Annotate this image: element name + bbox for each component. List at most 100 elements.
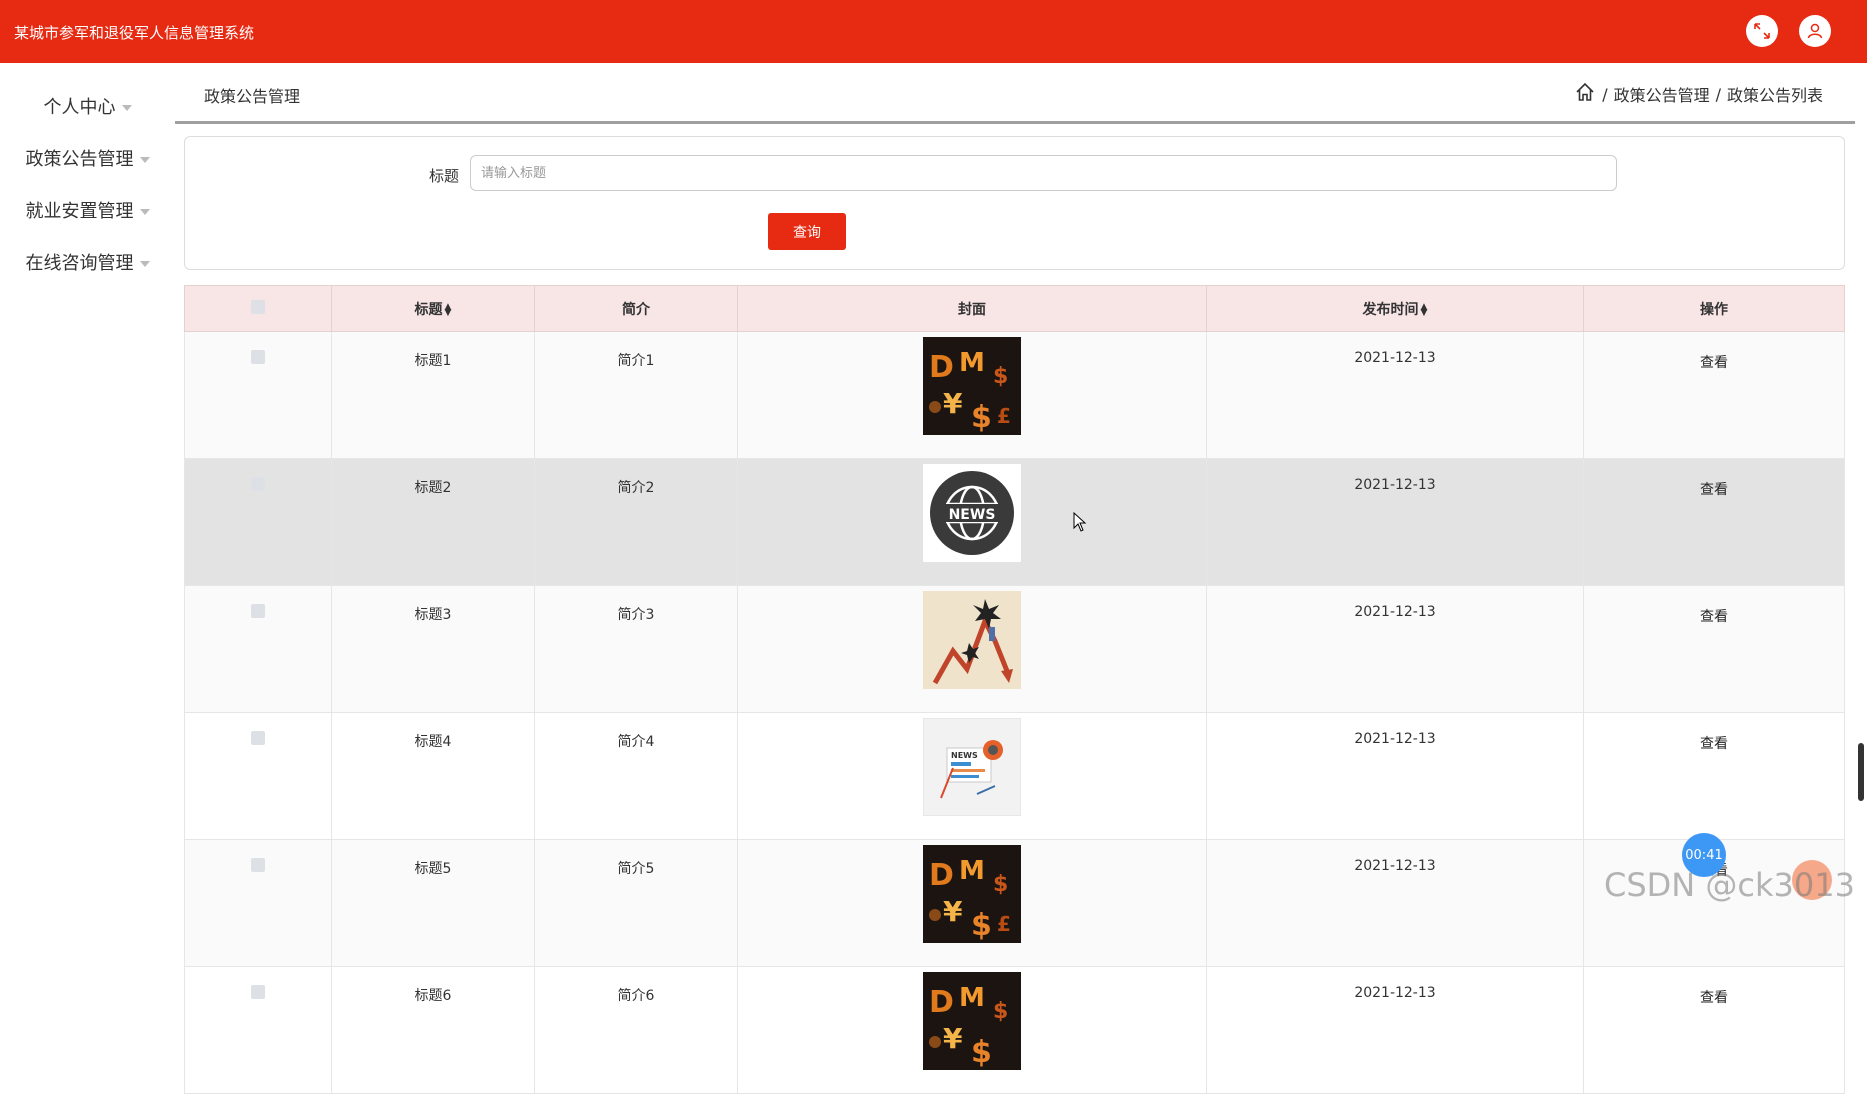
news-globe-image[interactable]: NEWS	[923, 464, 1021, 562]
newspaper-image[interactable]: NEWS	[923, 718, 1021, 816]
column-header-summary: 简介	[534, 285, 738, 332]
falling-chart-image[interactable]	[923, 591, 1021, 689]
sidebar-item-personal-center[interactable]: 个人中心	[0, 93, 175, 119]
page-scrollbar[interactable]	[1855, 63, 1867, 918]
sidebar-item-label: 就业安置管理	[25, 201, 134, 222]
svg-text:$: $	[993, 872, 1008, 897]
sidebar-item-policy-announcements[interactable]: 政策公告管理	[0, 145, 175, 171]
table-row[interactable]: 标题5 简介5 D M $ ¥ $ £ 2021-12-13 查看	[184, 839, 1845, 967]
sort-icon[interactable]: ▲ ▼	[1421, 302, 1428, 317]
summary-cell: 简介3	[534, 585, 738, 713]
svg-text:£: £	[997, 404, 1011, 428]
sidebar-item-employment[interactable]: 就业安置管理	[0, 197, 175, 223]
summary-cell: 简介1	[534, 331, 738, 459]
breadcrumb: / 政策公告管理 / 政策公告列表	[1574, 81, 1823, 107]
caret-down-icon	[139, 157, 150, 163]
row-select-cell[interactable]	[184, 839, 332, 967]
query-button[interactable]: 查询	[768, 213, 846, 250]
row-select-cell[interactable]	[184, 585, 332, 713]
sidebar-item-consultation[interactable]: 在线咨询管理	[0, 249, 175, 275]
sidebar-item-label: 政策公告管理	[25, 149, 134, 170]
app-title: 某城市参军和退役军人信息管理系统	[14, 24, 255, 42]
table-row[interactable]: 标题2 简介2 NEWS 2021-12-13 查看	[184, 458, 1845, 586]
select-all-cell[interactable]	[184, 285, 332, 332]
summary-cell: 简介2	[534, 458, 738, 586]
svg-text:$: $	[971, 1035, 992, 1070]
publish-time-cell: 2021-12-13	[1206, 839, 1584, 967]
breadcrumb-separator: /	[1602, 84, 1608, 104]
view-button[interactable]: 查看	[1700, 733, 1728, 753]
sort-icon[interactable]: ▲ ▼	[445, 302, 452, 317]
money-symbols-image[interactable]: D M $ ¥ $ £	[923, 845, 1021, 943]
home-icon[interactable]	[1574, 81, 1596, 107]
table-row[interactable]: 标题4 简介4 NEWS 2021-12-13 查看	[184, 712, 1845, 840]
publish-time-cell: 2021-12-13	[1206, 585, 1584, 713]
user-icon[interactable]	[1799, 15, 1831, 47]
cover-cell: D M $ ¥ $ £	[737, 331, 1207, 459]
breadcrumb-item[interactable]: 政策公告管理	[1614, 82, 1710, 106]
actions-cell: 查看	[1583, 331, 1845, 459]
column-header-publish-time[interactable]: 发布时间 ▲ ▼	[1206, 285, 1584, 332]
row-select-cell[interactable]	[184, 458, 332, 586]
row-checkbox[interactable]	[251, 858, 265, 872]
fullscreen-icon[interactable]	[1746, 15, 1778, 47]
view-button[interactable]: 查看	[1700, 987, 1728, 1007]
top-bar: 某城市参军和退役军人信息管理系统	[0, 0, 1867, 63]
view-button[interactable]: 查看	[1700, 352, 1728, 372]
svg-text:D: D	[929, 858, 954, 893]
row-checkbox[interactable]	[251, 604, 265, 618]
scrollbar-thumb[interactable]	[1858, 743, 1864, 801]
svg-text:$: $	[993, 364, 1008, 389]
actions-cell: 查看	[1583, 585, 1845, 713]
policy-table: 标题 ▲ ▼ 简介 封面 发布时间 ▲ ▼ 操作 标题1 简介1 D M $ ¥ $ £	[184, 285, 1845, 1094]
table-row[interactable]: 标题1 简介1 D M $ ¥ $ £ 2021-12-13 查看	[184, 331, 1845, 459]
actions-cell: 查看	[1583, 966, 1845, 1094]
svg-text:M: M	[959, 856, 985, 886]
row-checkbox[interactable]	[251, 985, 265, 999]
caret-down-icon	[121, 105, 132, 111]
select-all-checkbox[interactable]	[251, 299, 265, 314]
publish-time-cell: 2021-12-13	[1206, 712, 1584, 840]
column-header-label: 标题	[414, 301, 443, 318]
money-symbols-image[interactable]: D M $ ¥ $ £	[923, 337, 1021, 435]
table-header-row: 标题 ▲ ▼ 简介 封面 发布时间 ▲ ▼ 操作	[184, 285, 1845, 332]
table-row[interactable]: 标题3 简介3 2021-12-13 查看	[184, 585, 1845, 713]
row-checkbox[interactable]	[251, 350, 265, 364]
svg-text:M: M	[959, 983, 985, 1013]
row-checkbox[interactable]	[251, 477, 265, 491]
row-select-cell[interactable]	[184, 331, 332, 459]
cover-cell	[737, 585, 1207, 713]
money-symbols-image[interactable]: D M $ ¥ $	[923, 972, 1021, 1070]
title-cell: 标题2	[331, 458, 535, 586]
row-checkbox[interactable]	[251, 731, 265, 745]
mouse-cursor-icon	[1073, 512, 1087, 532]
svg-text:$: $	[993, 999, 1008, 1024]
summary-cell: 简介6	[534, 966, 738, 1094]
caret-down-icon	[139, 209, 150, 215]
column-header-title[interactable]: 标题 ▲ ▼	[331, 285, 535, 332]
sidebar: 个人中心 政策公告管理 就业安置管理 在线咨询管理	[0, 63, 175, 918]
sidebar-item-label: 在线咨询管理	[25, 253, 134, 274]
svg-text:NEWS: NEWS	[951, 751, 978, 760]
actions-cell: 查看	[1583, 712, 1845, 840]
row-select-cell[interactable]	[184, 966, 332, 1094]
view-button[interactable]: 查看	[1700, 479, 1728, 499]
svg-text:D: D	[929, 350, 954, 385]
caret-down-icon	[139, 261, 150, 267]
row-select-cell[interactable]	[184, 712, 332, 840]
column-header-actions: 操作	[1583, 285, 1845, 332]
svg-text:M: M	[959, 348, 985, 378]
cover-cell: NEWS	[737, 712, 1207, 840]
title-search-input[interactable]	[470, 155, 1617, 191]
table-row[interactable]: 标题6 简介6 D M $ ¥ $ 2021-12-13 查看	[184, 966, 1845, 1094]
view-button[interactable]: 查看	[1700, 606, 1728, 626]
title-cell: 标题3	[331, 585, 535, 713]
summary-cell: 简介4	[534, 712, 738, 840]
cover-cell: D M $ ¥ $ £	[737, 839, 1207, 967]
svg-text:NEWS: NEWS	[949, 507, 996, 523]
breadcrumb-item: 政策公告列表	[1726, 86, 1823, 105]
cover-cell: D M $ ¥ $	[737, 966, 1207, 1094]
title-cell: 标题6	[331, 966, 535, 1094]
title-cell: 标题1	[331, 331, 535, 459]
sidebar-item-label: 个人中心	[43, 97, 116, 118]
